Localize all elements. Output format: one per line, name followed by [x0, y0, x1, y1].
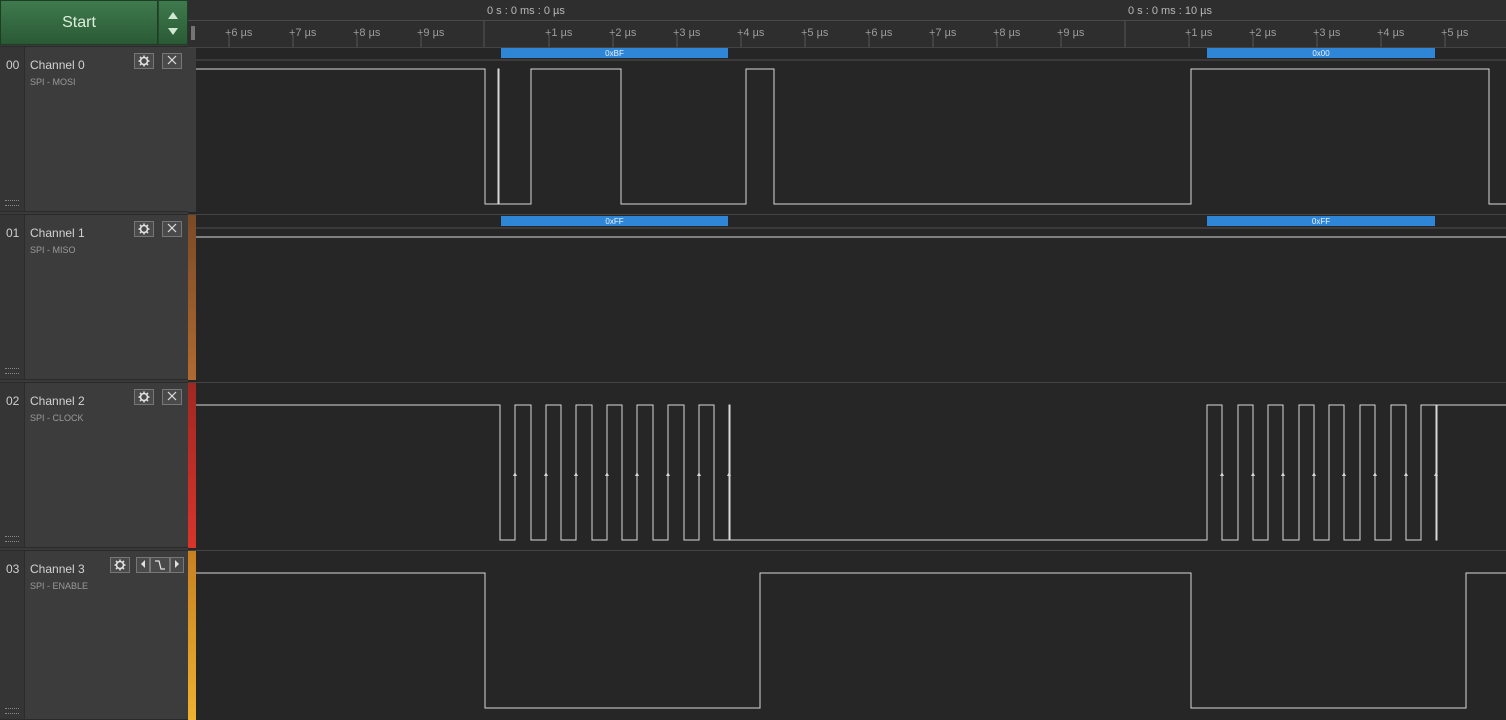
edge-arrow-icon: [635, 472, 639, 476]
channel-label: SPI - MISO: [30, 245, 76, 255]
channel-label: SPI - MOSI: [30, 77, 76, 87]
resize-grip-icon[interactable]: [5, 536, 19, 542]
tick-label: +7 µs: [929, 27, 957, 39]
channel-close-button[interactable]: [162, 221, 182, 237]
edge-arrow-icon: [574, 472, 578, 476]
edge-arrow-icon: [697, 472, 701, 476]
channel-name[interactable]: Channel 1: [30, 226, 85, 240]
channel-close-button[interactable]: [162, 53, 182, 69]
triangle-right-icon: [175, 560, 179, 568]
triangle-up-icon: [168, 12, 178, 19]
channel-name[interactable]: Channel 0: [30, 58, 85, 72]
start-options-button[interactable]: [158, 0, 188, 45]
decode-label: 0xBF: [605, 49, 624, 58]
tick-label: +7 µs: [289, 27, 317, 39]
tick-label: +2 µs: [609, 27, 637, 39]
waveform-area[interactable]: 0xBF 0x00 0xFF 0xFF: [196, 47, 1506, 720]
time-ruler[interactable]: 0 s : 0 ms : 0 µs 0 s : 0 ms : 10 µs +6 …: [188, 0, 1506, 48]
tick-label: +8 µs: [993, 27, 1021, 39]
gear-icon: [138, 223, 150, 235]
resize-grip-icon[interactable]: [5, 368, 19, 374]
tick-label: +5 µs: [801, 27, 829, 39]
channel-label: SPI - CLOCK: [30, 413, 84, 423]
channel-number: 03: [6, 562, 20, 576]
channel-color-1: [188, 214, 196, 380]
tick-label: +1 µs: [1185, 27, 1213, 39]
edge-arrow-icon: [1220, 472, 1224, 476]
tick-label: +3 µs: [673, 27, 701, 39]
channel-name[interactable]: Channel 3: [30, 562, 85, 576]
triangle-down-icon: [168, 28, 178, 35]
time-label-0: 0 s : 0 ms : 0 µs: [487, 5, 565, 17]
trigger-mode-button[interactable]: [150, 557, 170, 573]
channel-settings-button[interactable]: [110, 557, 130, 573]
channel-close-button[interactable]: [162, 389, 182, 405]
ruler-ticks: 0 s : 0 ms : 0 µs 0 s : 0 ms : 10 µs +6 …: [191, 5, 1469, 47]
tick-label: +4 µs: [737, 27, 765, 39]
gear-icon: [138, 391, 150, 403]
decode-label: 0xFF: [1312, 217, 1330, 226]
channel-number: 02: [6, 394, 20, 408]
trigger-prev-button[interactable]: [136, 557, 150, 573]
signal-mosi: [196, 68, 1506, 205]
gear-icon: [138, 55, 150, 67]
edge-arrow-icon: [605, 472, 609, 476]
falling-edge-trigger-icon: [155, 560, 165, 570]
channel-settings-button[interactable]: [134, 53, 154, 69]
edge-arrow-icon: [1281, 472, 1285, 476]
signal-enable: [196, 572, 1506, 709]
resize-grip-icon[interactable]: [5, 708, 19, 714]
decode-layer: 0xBF 0x00 0xFF 0xFF: [196, 48, 1506, 229]
channel-panel-1: 01 Channel 1 SPI - MISO: [0, 214, 188, 380]
edge-arrow-icon: [544, 472, 548, 476]
channel-color-2: [188, 382, 196, 548]
tick-label: +2 µs: [1249, 27, 1277, 39]
signal-clock: [196, 404, 1506, 541]
tick-label: +8 µs: [353, 27, 381, 39]
tick-label: +5 µs: [1441, 27, 1469, 39]
tick-label: +6 µs: [865, 27, 893, 39]
trigger-next-button[interactable]: [170, 557, 184, 573]
channel-settings-button[interactable]: [134, 221, 154, 237]
tick-label: +3 µs: [1313, 27, 1341, 39]
channel-panel-3: 03 Channel 3 SPI - ENABLE: [0, 550, 188, 720]
channel-color-3: [188, 550, 196, 720]
decode-label: 0xFF: [605, 217, 623, 226]
edge-arrow-icon: [1373, 472, 1377, 476]
gear-icon: [114, 559, 126, 571]
edge-arrow-icon: [1342, 472, 1346, 476]
tick-labels: +6 µs +7 µs +8 µs +9 µs +1 µs +2 µs +3 µs +4 µs…: [225, 27, 1469, 47]
channel-panel-0: 00 Channel 0 SPI - MOSI: [0, 46, 188, 212]
close-icon: [167, 223, 177, 233]
signal-layer: [196, 68, 1506, 709]
close-icon: [167, 55, 177, 65]
decode-label: 0x00: [1312, 49, 1330, 58]
triangle-left-icon: [141, 560, 145, 568]
edge-arrow-icon: [513, 472, 517, 476]
tick-label: +9 µs: [417, 27, 445, 39]
time-label-1: 0 s : 0 ms : 10 µs: [1128, 5, 1212, 17]
edge-arrow-icon: [666, 472, 670, 476]
edge-arrow-icon: [1312, 472, 1316, 476]
tick-label: +9 µs: [1057, 27, 1085, 39]
channel-name[interactable]: Channel 2: [30, 394, 85, 408]
edge-arrow-icon: [1404, 472, 1408, 476]
tick-label: +4 µs: [1377, 27, 1405, 39]
channel-settings-button[interactable]: [134, 389, 154, 405]
resize-grip-icon[interactable]: [5, 200, 19, 206]
tick-label: +1 µs: [545, 27, 573, 39]
channel-sidebar: Start 00 Channel 0 SPI - MOSI 01 Channel…: [0, 0, 188, 720]
tick-label: +6 µs: [225, 27, 253, 39]
channel-number: 01: [6, 226, 20, 240]
channel-color-0: [188, 46, 196, 212]
edge-arrow-icon: [1251, 472, 1255, 476]
channel-number: 00: [6, 58, 20, 72]
start-button[interactable]: Start: [0, 0, 158, 45]
channel-panel-2: 02 Channel 2 SPI - CLOCK: [0, 382, 188, 548]
close-icon: [167, 391, 177, 401]
channel-label: SPI - ENABLE: [30, 581, 89, 591]
